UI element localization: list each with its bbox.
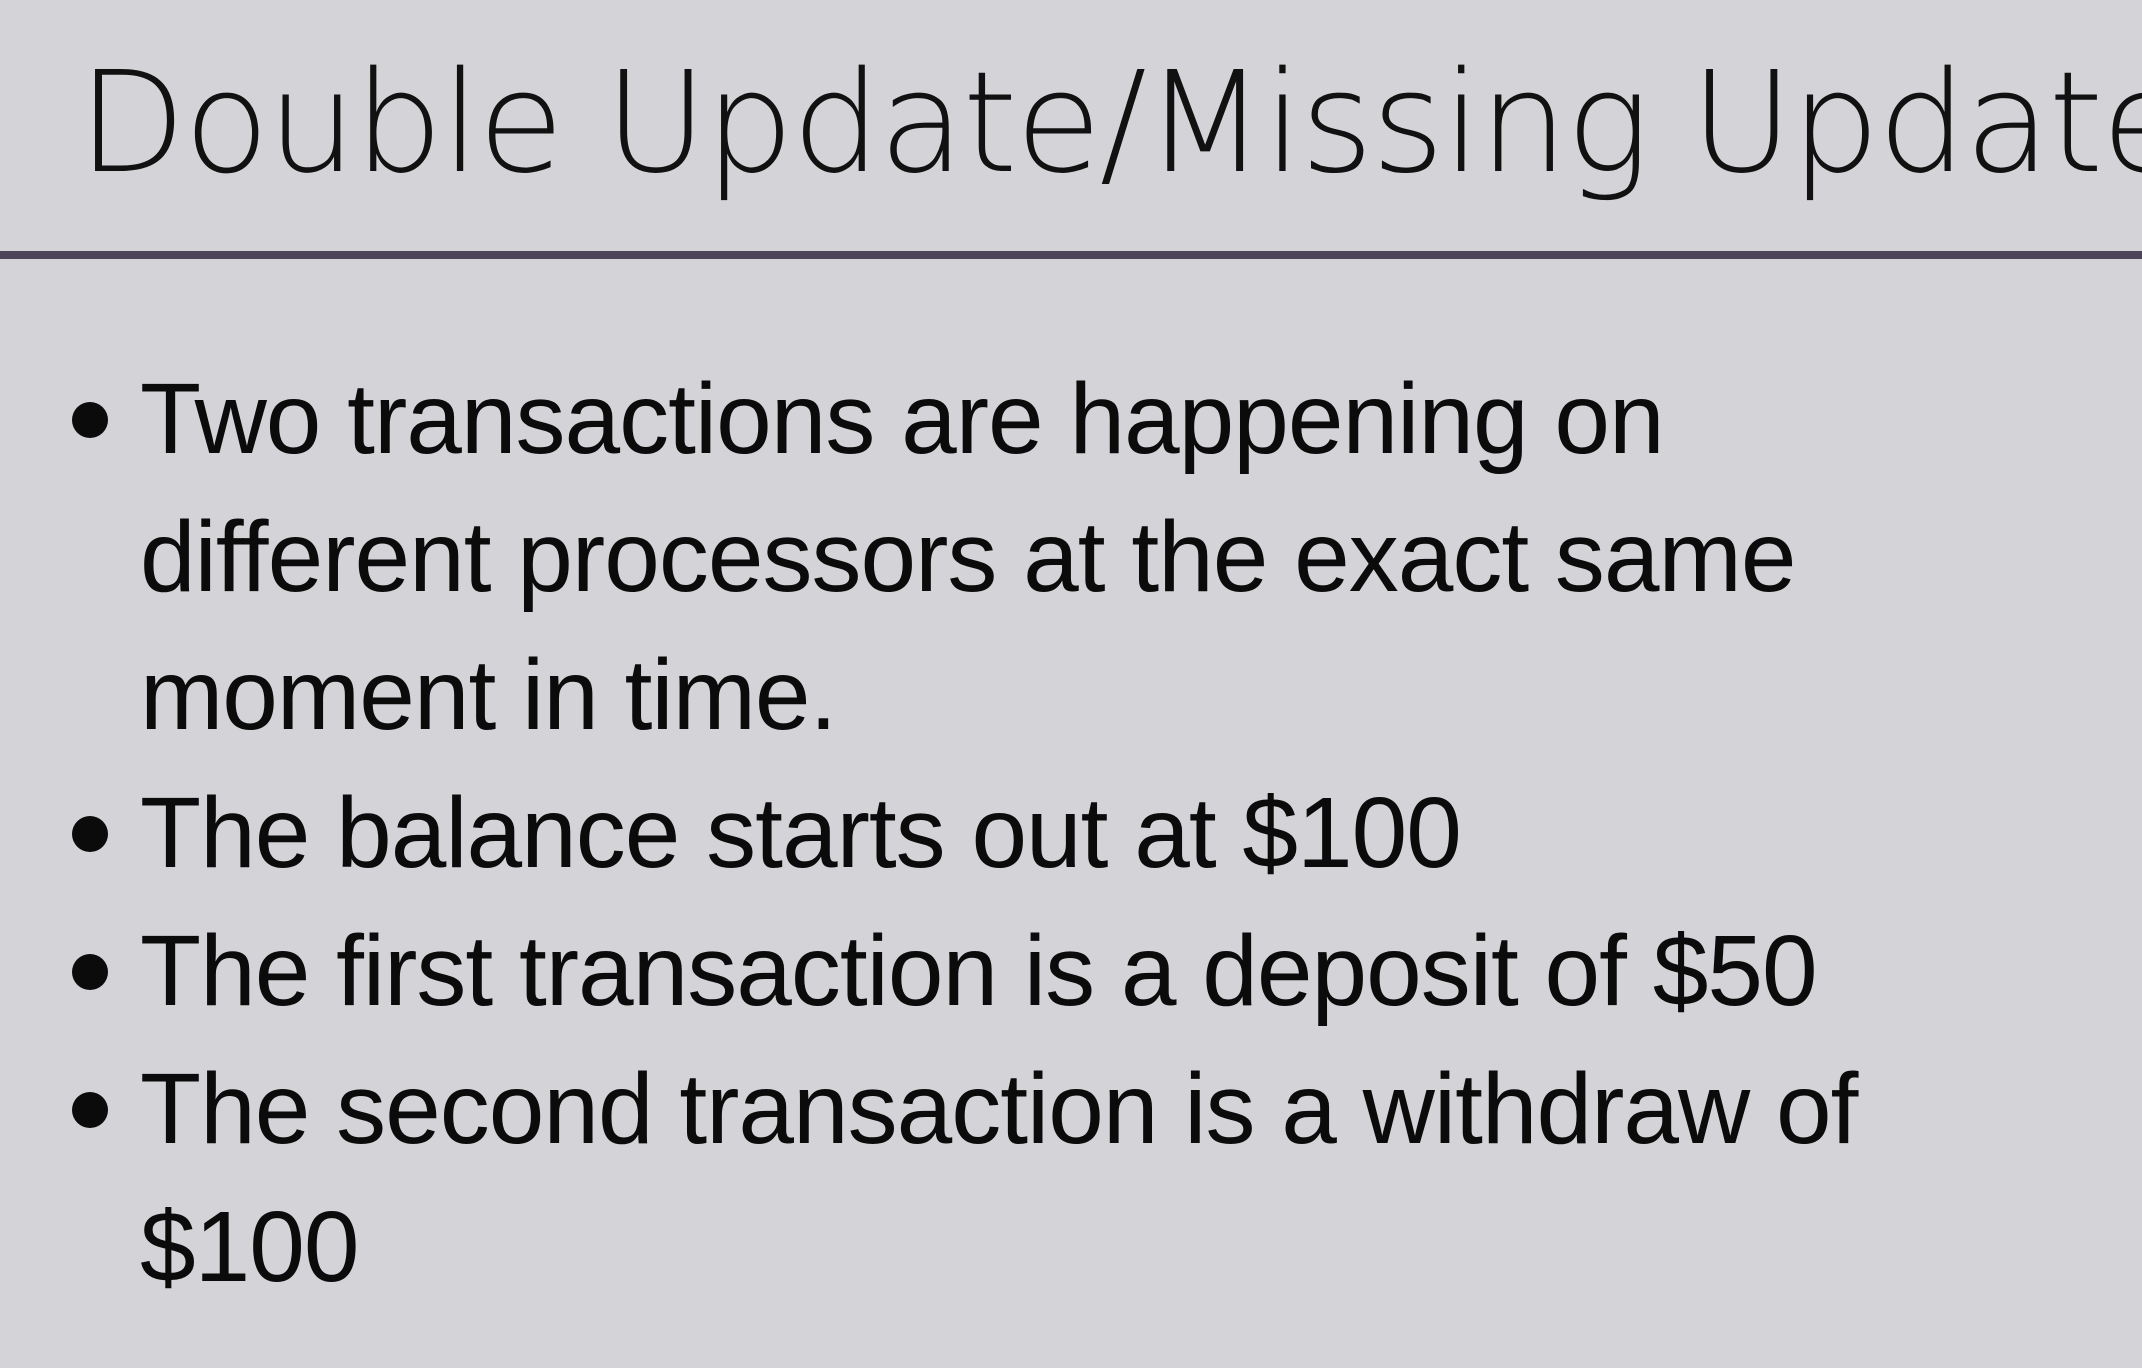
bullet-text-line: Two transactions are happening on <box>140 363 1665 475</box>
bullet-text-line: The second transaction is a withdraw of <box>140 1053 1858 1165</box>
bullet-item: The first transaction is a deposit of $5… <box>0 902 2040 1040</box>
bullet-text-line: The balance starts out at $100 <box>140 777 1462 889</box>
bullet-text-line: different processors at the exact same <box>140 501 1796 613</box>
bullet-dot-icon <box>72 402 108 438</box>
bullet-list: Two transactions are happening on differ… <box>0 350 2142 1316</box>
bullet-dot-icon <box>72 816 108 852</box>
bullet-text-line: $100 <box>140 1191 359 1303</box>
bullet-item: The balance starts out at $100 <box>0 764 2040 902</box>
bullet-dot-icon <box>72 954 108 990</box>
slide: Double Update/Missing Update Two transac… <box>0 0 2142 1368</box>
slide-title: Double Update/Missing Update <box>78 42 2142 205</box>
bullet-item: Two transactions are happening on differ… <box>0 350 2040 764</box>
bullet-item: The second transaction is a withdraw of … <box>0 1040 2040 1316</box>
bullet-dot-icon <box>72 1092 108 1128</box>
title-divider <box>0 251 2142 259</box>
bullet-text-line: moment in time. <box>140 639 837 751</box>
bullet-text-line: The first transaction is a deposit of $5… <box>140 915 1818 1027</box>
